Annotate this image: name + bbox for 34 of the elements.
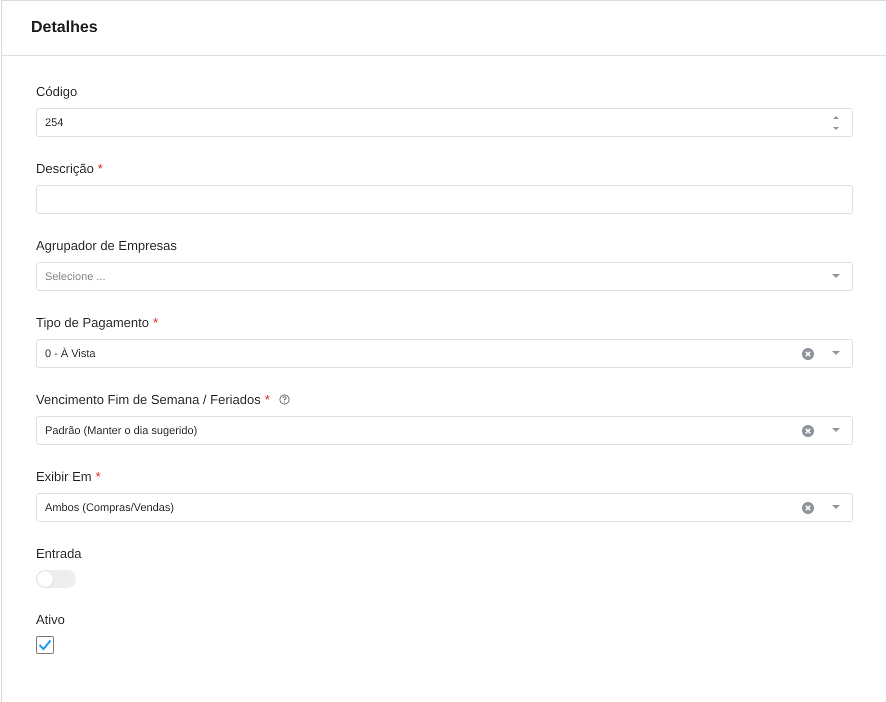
select-field[interactable]: Selecione ...	[36, 262, 853, 291]
caret-icon[interactable]	[832, 428, 840, 433]
field-label: Exibir Em	[36, 469, 92, 484]
required-mark: *	[264, 392, 270, 407]
field-value: 0 - À Vista	[45, 348, 97, 360]
toggle-switch[interactable]	[36, 570, 76, 588]
field-value: 254	[45, 116, 64, 128]
field-value: Padrão (Manter o dia sugerido)	[45, 424, 198, 436]
clear-icon[interactable]	[802, 424, 814, 436]
select-field[interactable]: 0 - À Vista	[36, 339, 853, 368]
help-icon[interactable]	[278, 394, 290, 405]
field-label: Código	[36, 84, 78, 99]
panel-title: Detalhes	[31, 19, 98, 37]
caret-icon[interactable]	[832, 274, 840, 279]
required-mark: *	[96, 469, 101, 484]
select-field[interactable]: Ambos (Compras/Vendas)	[36, 493, 853, 522]
field-label: Tipo de Pagamento	[36, 315, 149, 330]
field-value: Ambos (Compras/Vendas)	[45, 502, 175, 514]
checkbox[interactable]	[36, 636, 54, 654]
select-field[interactable]: Padrão (Manter o dia sugerido)	[36, 416, 853, 445]
field-label: Ativo	[36, 612, 65, 627]
required-mark: *	[152, 315, 158, 330]
field-label: Entrada	[36, 546, 82, 561]
caret-icon[interactable]	[832, 351, 840, 356]
field-label: Descrição	[36, 161, 94, 176]
placeholder-text: Selecione ...	[45, 270, 107, 282]
number-field[interactable]: 254	[36, 108, 853, 137]
clear-icon[interactable]	[802, 348, 814, 360]
input-field[interactable]	[36, 185, 853, 214]
field-label: Vencimento Fim de Semana / Feriados	[36, 392, 261, 407]
caret-icon[interactable]	[832, 505, 840, 510]
clear-icon[interactable]	[802, 502, 814, 514]
field-label: Agrupador de Empresas	[36, 238, 177, 253]
required-mark: *	[98, 161, 103, 176]
